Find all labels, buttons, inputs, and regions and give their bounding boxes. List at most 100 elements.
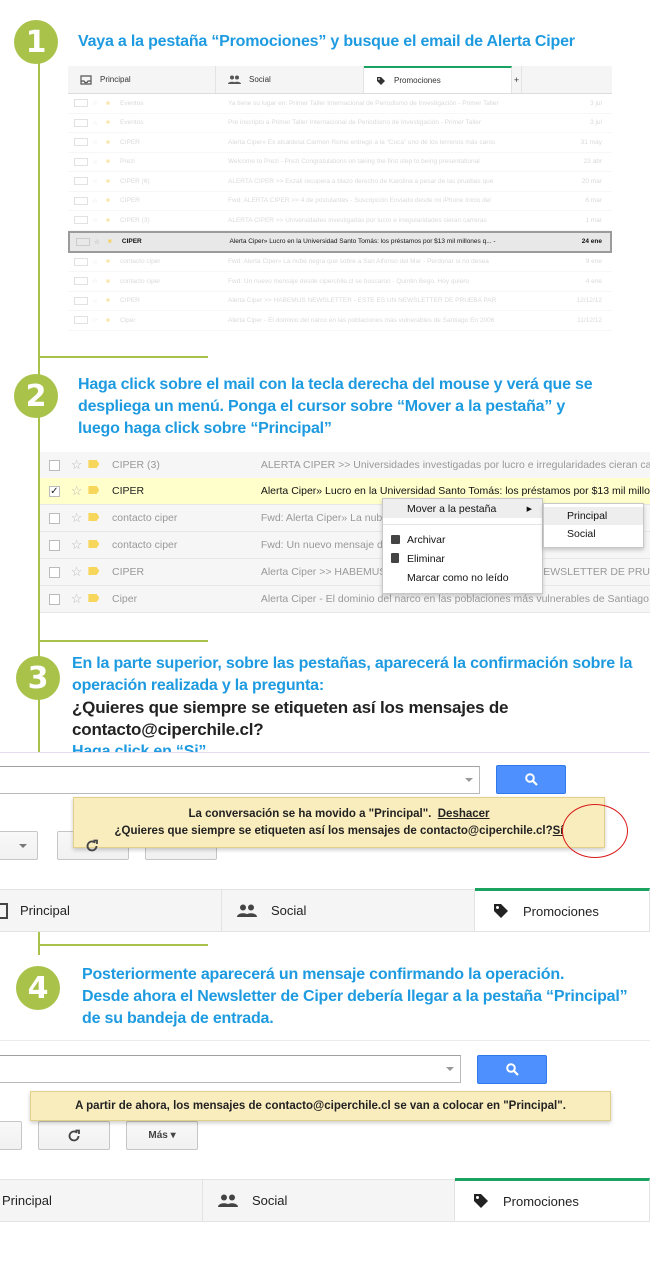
importance-icon[interactable]	[88, 459, 102, 471]
undo-link[interactable]: Deshacer	[438, 808, 490, 820]
importance-icon[interactable]: ■	[108, 238, 118, 245]
importance-icon[interactable]	[88, 566, 102, 578]
search-button[interactable]	[496, 765, 566, 794]
row-checkbox[interactable]	[74, 216, 88, 225]
star-icon[interactable]: ☆	[71, 537, 85, 553]
message-row[interactable]: ☆ ■ CIPER (3) ALERTA CIPER >> Universidades…	[68, 211, 612, 231]
importance-icon[interactable]: ■	[106, 178, 116, 185]
importance-icon[interactable]: ■	[106, 100, 116, 107]
row-checkbox[interactable]	[49, 512, 60, 524]
star-icon[interactable]: ☆	[92, 99, 104, 107]
message-row[interactable]: ☆ ■ Ciper Alerta Ciper - El dominio del nar…	[68, 311, 612, 331]
message-row[interactable]: ☆ ■ contacto ciper Fwd: Alerta Ciper» La nu…	[68, 253, 612, 272]
select-checkbox-button[interactable]	[0, 831, 38, 860]
search-input[interactable]	[0, 1055, 461, 1083]
star-icon[interactable]: ☆	[92, 177, 104, 185]
submenu-social[interactable]: Social	[544, 525, 643, 543]
importance-icon[interactable]: ■	[106, 217, 116, 224]
connector-2	[38, 640, 208, 642]
message-row[interactable]: ☆ ■ CIPER Fwd: ALERTA CIPER >> 4 de postula…	[68, 192, 612, 211]
message-row[interactable]: ☆ ■ Prezi Welcome to Prezi - Prezi Congratu…	[68, 153, 612, 172]
tab-add[interactable]: +	[512, 66, 522, 93]
chevron-down-icon	[446, 1067, 454, 1071]
message-row[interactable]: ☆ ■ CIPER Alerta Ciper» Ex alcaldesa Carmen…	[68, 133, 612, 153]
star-icon[interactable]: ☆	[71, 457, 85, 473]
message-row-selected[interactable]: ☆ ■ CIPER Alerta Ciper» Lucro en la Univers…	[68, 230, 612, 253]
message-row[interactable]: ☆ ■ CIPER (6) ALERTA CIPER >> Exzali recupe…	[68, 172, 612, 192]
refresh-button[interactable]	[38, 1121, 110, 1150]
row-checkbox[interactable]	[74, 138, 88, 147]
row-checkbox[interactable]	[49, 593, 60, 605]
search-input[interactable]	[0, 766, 480, 794]
tab-promociones[interactable]: Promociones	[364, 66, 512, 93]
tag-icon	[494, 904, 508, 918]
message-row[interactable]: ☆ ■ CIPER Alerta Ciper >> HABEMUS NEWSLETTE…	[68, 292, 612, 311]
importance-icon[interactable]	[88, 512, 102, 524]
row-checkbox[interactable]	[49, 566, 60, 578]
row-checkbox[interactable]	[74, 99, 88, 108]
row-checkbox[interactable]	[74, 316, 88, 325]
menu-delete[interactable]: Eliminar	[383, 549, 542, 568]
importance-icon[interactable]: ■	[106, 317, 116, 324]
row-checkbox[interactable]	[74, 118, 88, 127]
star-icon[interactable]: ☆	[71, 510, 85, 526]
importance-icon[interactable]: ■	[106, 139, 116, 146]
tab-principal[interactable]: Principal	[68, 66, 216, 93]
importance-icon[interactable]: ■	[106, 278, 116, 285]
tab-social[interactable]: Social	[216, 66, 364, 93]
importance-icon[interactable]: ■	[106, 119, 116, 126]
importance-icon[interactable]: ■	[106, 158, 116, 165]
tab-promociones[interactable]: Promociones	[455, 1178, 650, 1221]
row-checkbox[interactable]	[74, 157, 88, 166]
row-checkbox[interactable]: ✓	[49, 485, 60, 497]
row-checkbox[interactable]	[74, 177, 88, 186]
star-icon[interactable]: ☆	[71, 483, 85, 499]
gmail-final-panel: Más ▾ A partir de ahora, los mensajes de…	[0, 1040, 650, 1230]
row-checkbox[interactable]	[49, 539, 60, 551]
tab-principal[interactable]: Principal	[0, 1180, 203, 1221]
star-icon[interactable]: ☆	[92, 316, 104, 324]
message-row[interactable]: ☆ CIPER Alerta Ciper >> HABEMUS NEWSLETTER…	[40, 559, 650, 586]
star-icon[interactable]: ☆	[92, 158, 104, 166]
row-checkbox[interactable]	[76, 237, 90, 246]
tab-social[interactable]: Social	[222, 890, 475, 931]
menu-mark-unread[interactable]: Marcar como no leído	[383, 568, 542, 587]
star-icon[interactable]: ☆	[92, 297, 104, 305]
star-icon[interactable]: ☆	[94, 238, 106, 246]
submenu-principal[interactable]: Principal	[544, 507, 643, 525]
row-checkbox[interactable]	[49, 459, 60, 471]
message-row[interactable]: ☆ ■ contacto ciper Fwd: Un nuevo mensaje de…	[68, 272, 612, 292]
star-icon[interactable]: ☆	[71, 564, 85, 580]
message-row[interactable]: ☆ ■ Eventos Ya tiene su lugar en: Primer Ta…	[68, 94, 612, 114]
message-row-selected[interactable]: ✓ ☆ CIPER Alerta Ciper» Lucro en la Univers…	[40, 478, 650, 505]
message-list: ☆ ■ Eventos Ya tiene su lugar en: Primer Ta…	[68, 94, 612, 331]
importance-icon[interactable]	[88, 539, 102, 551]
more-button[interactable]: Más ▾	[126, 1121, 198, 1150]
message-row[interactable]: ☆ Ciper Alerta Ciper - El dominio del narc…	[40, 586, 650, 613]
importance-icon[interactable]: ■	[106, 297, 116, 304]
star-icon[interactable]: ☆	[92, 197, 104, 205]
search-button[interactable]	[477, 1055, 547, 1084]
menu-move-to-tab[interactable]: Mover a la pestaña ▶	[383, 499, 542, 518]
star-icon[interactable]: ☆	[92, 258, 104, 266]
importance-icon[interactable]: ■	[106, 258, 116, 265]
tab-social[interactable]: Social	[203, 1180, 455, 1221]
message-row[interactable]: ☆ CIPER (3) ALERTA CIPER >> Universidades …	[40, 452, 650, 479]
row-checkbox[interactable]	[74, 277, 88, 286]
star-icon[interactable]: ☆	[92, 119, 104, 127]
row-checkbox[interactable]	[74, 257, 88, 266]
menu-archive[interactable]: Archivar	[383, 530, 542, 549]
importance-icon[interactable]	[88, 485, 102, 497]
star-icon[interactable]: ☆	[71, 591, 85, 607]
importance-icon[interactable]	[88, 593, 102, 605]
star-icon[interactable]: ☆	[92, 138, 104, 146]
tab-promociones[interactable]: Promociones	[475, 888, 650, 931]
star-icon[interactable]: ☆	[92, 277, 104, 285]
select-checkbox-button[interactable]	[0, 1121, 22, 1150]
importance-icon[interactable]: ■	[106, 197, 116, 204]
row-checkbox[interactable]	[74, 296, 88, 305]
message-row[interactable]: ☆ ■ Eventos Pre inscripto a Primer Taller I…	[68, 114, 612, 133]
tab-principal[interactable]: Principal	[0, 890, 222, 931]
row-checkbox[interactable]	[74, 196, 88, 205]
star-icon[interactable]: ☆	[92, 216, 104, 224]
